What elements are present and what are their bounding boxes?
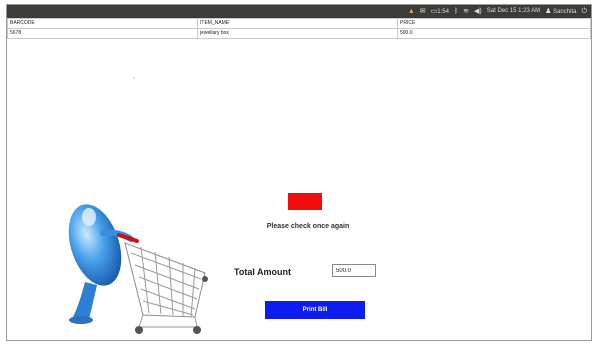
cell-item-name: jewellary box xyxy=(197,28,398,39)
mail-icon[interactable]: ✉ xyxy=(420,5,426,18)
column-header-price: PRICE xyxy=(397,18,591,29)
battery-indicator[interactable]: ▭1:54 xyxy=(431,5,449,19)
user-name: Sanchita xyxy=(553,8,577,15)
items-table: BARCODE ITEM_NAME PRICE 5678 jewellary b… xyxy=(7,18,591,39)
app-window: ▲ ✉ ▭1:54 ᛒ ≋ ◀) Sat Dec 15 1:23 AM ♟ Sa… xyxy=(6,4,592,341)
cell-barcode: 5678 xyxy=(7,28,198,39)
shopping-cart-illustration xyxy=(68,204,208,334)
wifi-icon[interactable]: ≋ xyxy=(463,5,469,18)
table-header-row: BARCODE ITEM_NAME PRICE xyxy=(7,18,591,29)
clock[interactable]: Sat Dec 15 1:23 AM xyxy=(487,5,540,18)
cell-price: 500.0 xyxy=(397,28,591,39)
power-icon[interactable]: ⏻ xyxy=(581,5,587,18)
bluetooth-icon[interactable]: ᛒ xyxy=(454,5,458,18)
user-icon: ♟ xyxy=(545,7,552,15)
system-panel: ▲ ✉ ▭1:54 ᛒ ≋ ◀) Sat Dec 15 1:23 AM ♟ Sa… xyxy=(7,5,591,18)
total-amount-label: Total Amount xyxy=(234,267,291,277)
table-row[interactable]: 5678 jewellary box 500.0 xyxy=(7,28,591,39)
total-amount-field[interactable] xyxy=(332,264,376,277)
print-bill-button[interactable]: Print Bill xyxy=(265,301,365,319)
battery-time: 1:54 xyxy=(437,8,449,15)
column-header-barcode: BARCODE xyxy=(7,18,198,29)
user-menu[interactable]: ♟ Sanchita xyxy=(545,5,576,19)
status-indicator xyxy=(288,193,322,210)
system-tray: ▲ ✉ ▭1:54 ᛒ ≋ ◀) Sat Dec 15 1:23 AM ♟ Sa… xyxy=(408,5,587,18)
stray-dot xyxy=(133,77,135,79)
status-message: Please check once again xyxy=(266,223,350,230)
column-header-item-name: ITEM_NAME xyxy=(197,18,398,29)
warning-icon[interactable]: ▲ xyxy=(408,5,415,18)
volume-icon[interactable]: ◀) xyxy=(474,5,482,18)
